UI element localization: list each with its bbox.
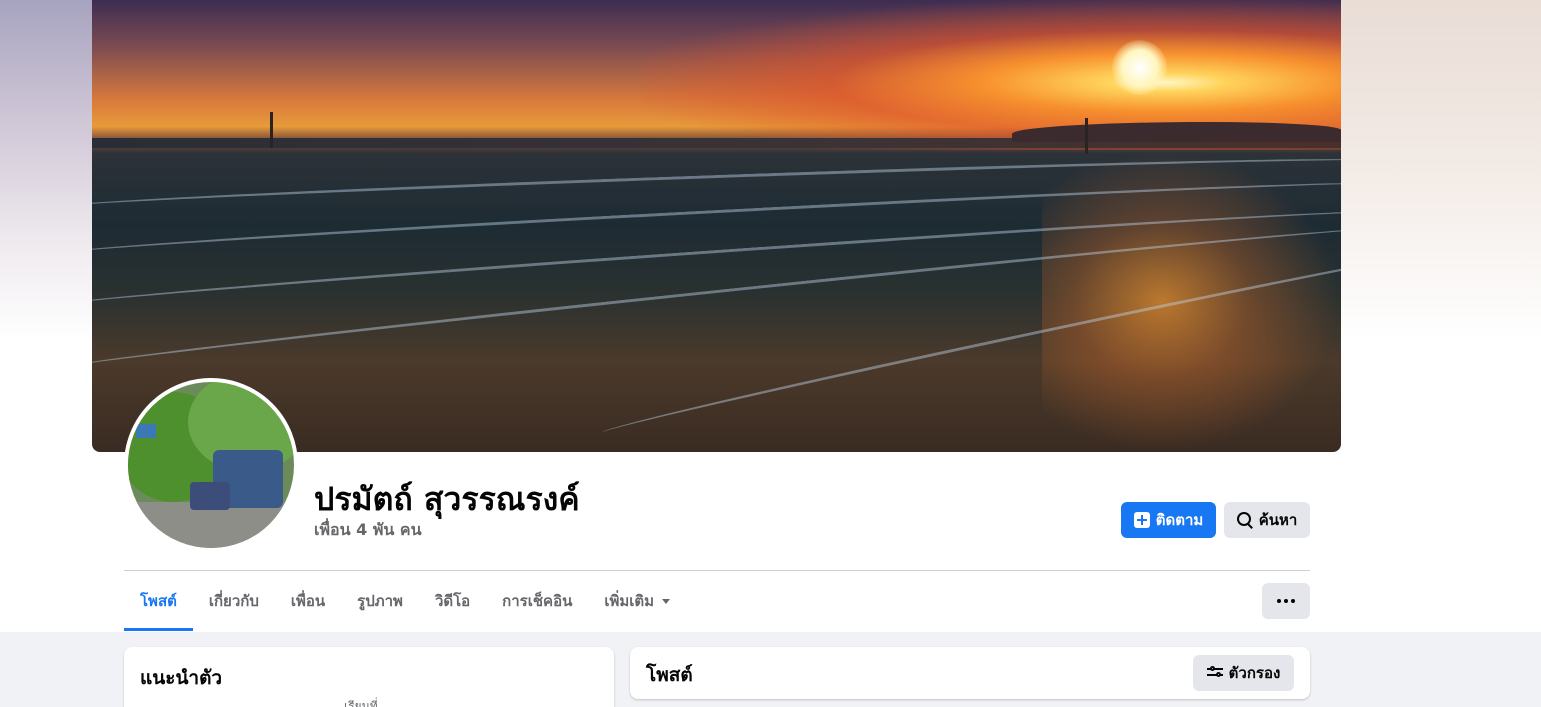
profile-tabs: โพสต์ เกี่ยวกับ เพื่อน รูปภาพ วิดีโอ การ… <box>124 571 686 631</box>
posts-title: โพสต์ <box>646 664 693 686</box>
tab-label: เพื่อน <box>290 592 326 610</box>
tab-label: วิดีโอ <box>434 592 471 610</box>
search-icon <box>1236 512 1253 528</box>
search-button-label: ค้นหา <box>1258 511 1298 529</box>
search-button[interactable]: ค้นหา <box>1224 502 1310 538</box>
friends-count[interactable]: เพื่อน 4 พัน คน <box>314 518 422 543</box>
tab-friends[interactable]: เพื่อน <box>275 571 341 631</box>
tab-checkins[interactable]: การเช็คอิน <box>486 571 588 631</box>
tab-label: การเช็คอิน <box>502 592 573 610</box>
cover-island <box>1012 122 1341 142</box>
filter-sliders-icon <box>1206 666 1223 679</box>
more-dots-icon <box>1291 599 1295 603</box>
filter-button[interactable]: ตัวกรอง <box>1193 655 1294 691</box>
cover-pole <box>270 112 273 148</box>
follow-button-label: ติดตาม <box>1155 511 1204 529</box>
tab-more[interactable]: เพิ่มเติม <box>588 571 686 631</box>
tab-label: รูปภาพ <box>357 592 403 610</box>
intro-card: แนะนำตัว เรียนที่ <box>124 647 614 707</box>
intro-title: แนะนำตัว <box>140 667 223 689</box>
caret-down-icon <box>662 598 671 604</box>
filter-button-label: ตัวกรอง <box>1228 664 1281 682</box>
cover-sun <box>1112 40 1167 95</box>
avatar-truck-cab <box>190 482 230 510</box>
follow-button[interactable]: ติดตาม <box>1121 502 1216 538</box>
tab-label: เพิ่มเติม <box>604 592 655 610</box>
tab-posts[interactable]: โพสต์ <box>124 571 193 631</box>
more-dots-icon <box>1277 599 1281 603</box>
more-options-button[interactable] <box>1262 583 1310 619</box>
follow-plus-icon <box>1133 512 1150 528</box>
tab-videos[interactable]: วิดีโอ <box>419 571 486 631</box>
intro-peek-text: เรียนที่ <box>344 699 378 707</box>
tab-about[interactable]: เกี่ยวกับ <box>193 571 275 631</box>
cover-pole <box>1085 118 1088 154</box>
avatar-sign <box>136 424 156 438</box>
tab-label: โพสต์ <box>140 592 177 610</box>
more-dots-icon <box>1284 599 1288 603</box>
posts-card: โพสต์ ตัวกรอง <box>630 647 1310 699</box>
tab-label: เกี่ยวกับ <box>208 592 259 610</box>
profile-avatar[interactable] <box>124 378 298 552</box>
tab-photos[interactable]: รูปภาพ <box>341 571 419 631</box>
